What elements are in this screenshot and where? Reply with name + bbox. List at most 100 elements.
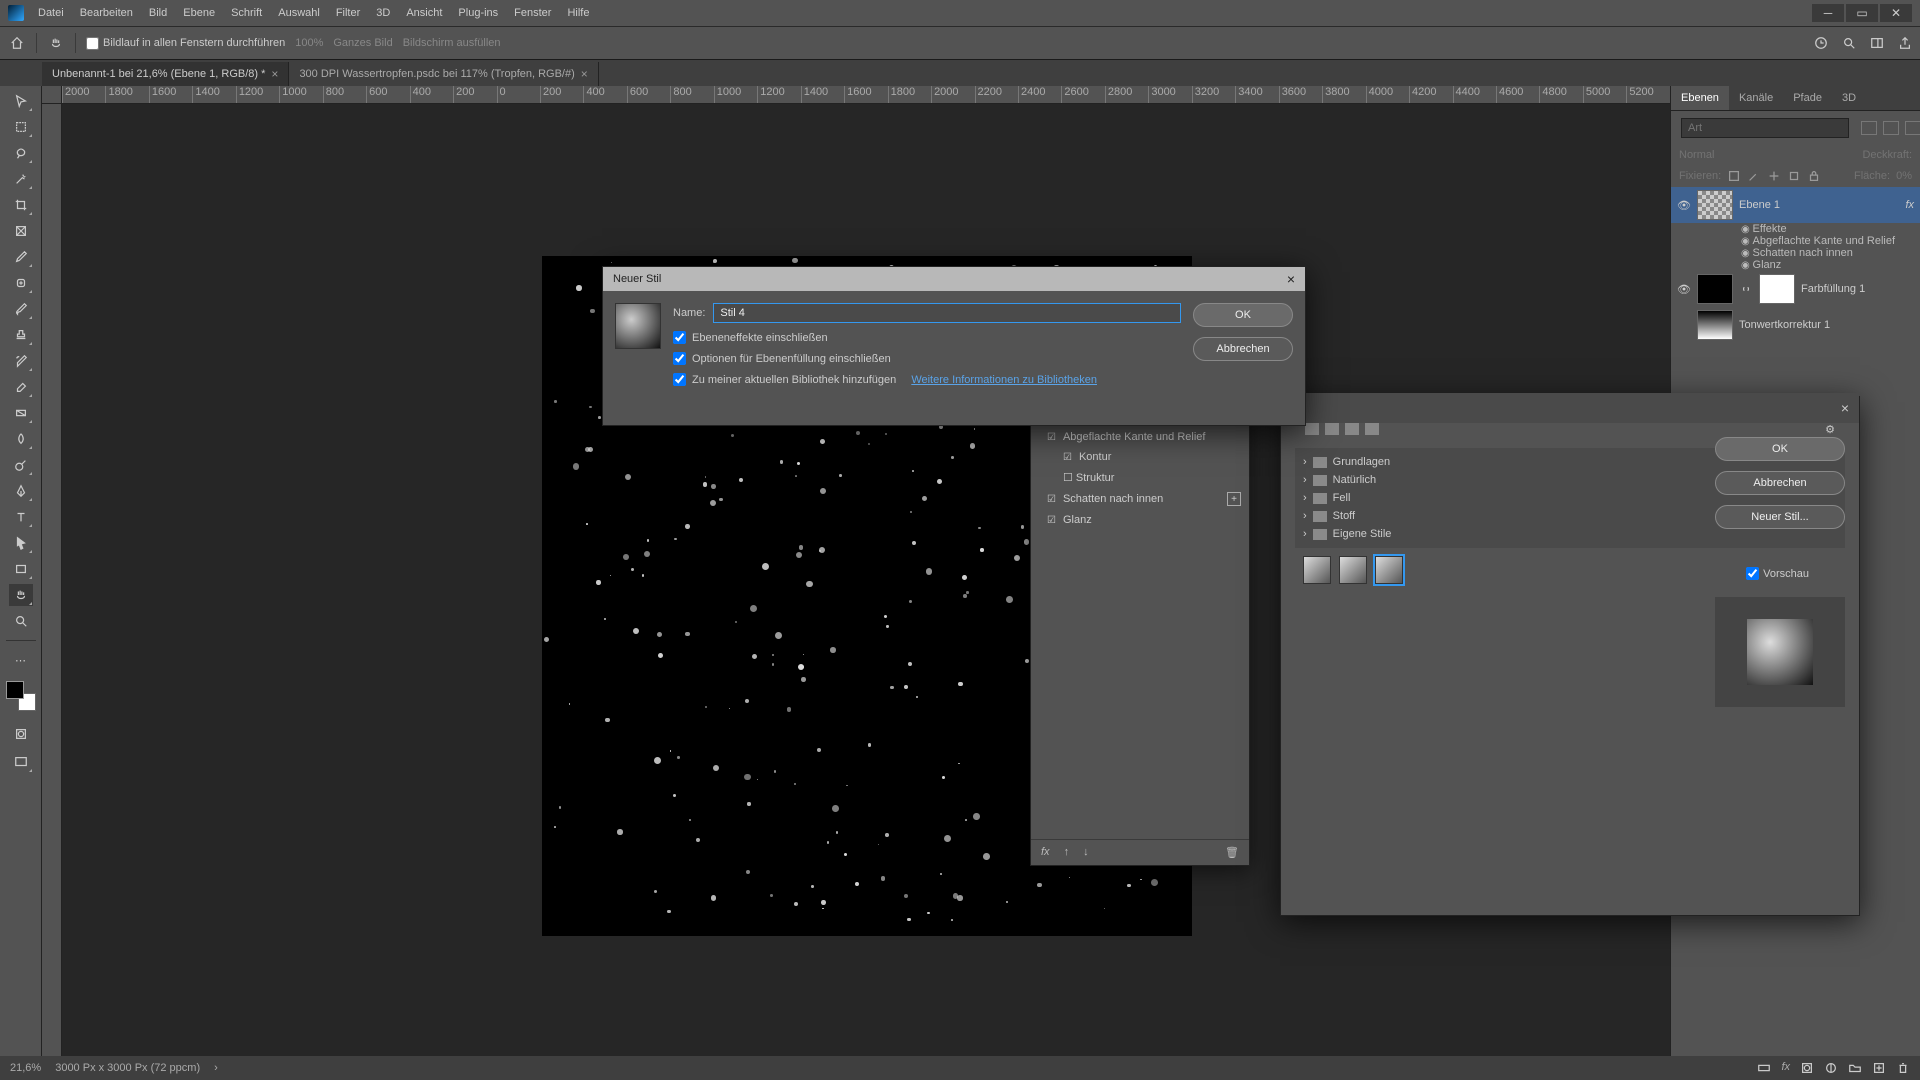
menu-schrift[interactable]: Schrift — [223, 3, 270, 23]
ruler-origin[interactable] — [42, 86, 62, 104]
visibility-icon[interactable]: 👁 — [1677, 199, 1691, 212]
mask-icon[interactable] — [1800, 1061, 1814, 1075]
history-brush-tool[interactable] — [9, 350, 33, 372]
menu-ebene[interactable]: Ebene — [175, 3, 223, 23]
menu-datei[interactable]: Datei — [30, 3, 72, 23]
maximize-button[interactable]: ▭ — [1846, 4, 1878, 22]
type-tool[interactable] — [9, 506, 33, 528]
search-icon[interactable] — [1842, 36, 1856, 50]
lock-move-icon[interactable] — [1767, 169, 1781, 183]
path-select-tool[interactable] — [9, 532, 33, 554]
tab-layers[interactable]: Ebenen — [1671, 86, 1729, 110]
fit-image[interactable]: Ganzes Bild — [333, 37, 392, 49]
style-size-med[interactable] — [1325, 423, 1339, 435]
style-size-xl[interactable] — [1365, 423, 1379, 435]
folder-icon[interactable] — [1848, 1061, 1862, 1075]
fx-icon[interactable]: fx — [1041, 846, 1050, 859]
layer-item[interactable]: 👁 Farbfüllung 1 — [1671, 271, 1920, 307]
screenmode-icon[interactable] — [9, 751, 33, 773]
new-style-button[interactable]: Neuer Stil... — [1715, 505, 1845, 529]
new-layer-icon[interactable] — [1872, 1061, 1886, 1075]
chevron-right-icon[interactable]: › — [214, 1062, 218, 1074]
frame-tool[interactable] — [9, 220, 33, 242]
cancel-button[interactable]: Abbrechen — [1715, 471, 1845, 495]
layer-name[interactable]: Farbfüllung 1 — [1801, 283, 1865, 295]
hand-tool[interactable] — [9, 584, 33, 606]
layerstyle-option[interactable]: Kontur — [1031, 447, 1249, 467]
menu-3d[interactable]: 3D — [368, 3, 398, 23]
dodge-tool[interactable] — [9, 454, 33, 476]
eyedropper-tool[interactable] — [9, 246, 33, 268]
effect-item[interactable]: ◉ Glanz — [1671, 259, 1920, 271]
document-tab-active[interactable]: Unbenannt-1 bei 21,6% (Ebene 1, RGB/8) *… — [42, 62, 289, 86]
add-library-checkbox[interactable]: Zu meiner aktuellen Bibliothek hinzufüge… — [673, 373, 1181, 386]
workspace-icon[interactable] — [1870, 36, 1884, 50]
menu-filter[interactable]: Filter — [328, 3, 368, 23]
gradient-tool[interactable] — [9, 402, 33, 424]
style-size-large[interactable] — [1345, 423, 1359, 435]
style-thumb-selected[interactable] — [1375, 556, 1403, 584]
menu-auswahl[interactable]: Auswahl — [270, 3, 328, 23]
stamp-tool[interactable] — [9, 324, 33, 346]
lock-artboard-icon[interactable] — [1787, 169, 1801, 183]
fx-icon[interactable]: fx — [1781, 1061, 1790, 1075]
cancel-button[interactable]: Abbrechen — [1193, 337, 1293, 361]
lock-all-icon[interactable] — [1807, 169, 1821, 183]
zoom-100[interactable]: 100% — [295, 37, 323, 49]
style-size-small[interactable] — [1305, 423, 1319, 435]
timeline-icon[interactable] — [1757, 1061, 1771, 1075]
effects-header[interactable]: ◉ Effekte — [1671, 223, 1920, 235]
adjust-icon[interactable] — [1824, 1061, 1838, 1075]
color-swatches[interactable] — [6, 681, 36, 711]
include-effects-checkbox[interactable]: Ebeneneffekte einschließen — [673, 331, 1181, 344]
ok-button[interactable]: OK — [1193, 303, 1293, 327]
layer-item[interactable]: Tonwertkorrektur 1 — [1671, 307, 1920, 343]
hand-tool-icon[interactable] — [47, 34, 65, 52]
effect-item[interactable]: ◉ Abgeflachte Kante und Relief — [1671, 235, 1920, 247]
layer-name[interactable]: Ebene 1 — [1739, 199, 1780, 211]
preview-checkbox[interactable]: Vorschau — [1746, 567, 1809, 580]
pen-tool[interactable] — [9, 480, 33, 502]
layerstyle-option[interactable]: ☐ Struktur — [1031, 467, 1249, 488]
trash-icon[interactable]: 🗑 — [1225, 846, 1239, 859]
heal-tool[interactable] — [9, 272, 33, 294]
visibility-icon[interactable]: 👁 — [1677, 283, 1691, 296]
marquee-tool[interactable] — [9, 116, 33, 138]
shape-tool[interactable] — [9, 558, 33, 580]
close-button[interactable]: ✕ — [1880, 4, 1912, 22]
document-tab-inactive[interactable]: 300 DPI Wassertropfen.psdc bei 117% (Tro… — [289, 62, 598, 86]
ok-button[interactable]: OK — [1715, 437, 1845, 461]
fx-badge[interactable]: fx — [1905, 199, 1914, 211]
add-effect-icon[interactable]: + — [1227, 492, 1241, 506]
layer-item[interactable]: 👁 Ebene 1 fx — [1671, 187, 1920, 223]
filter-adjust-icon[interactable] — [1883, 121, 1899, 135]
library-info-link[interactable]: Weitere Informationen zu Bibliotheken — [911, 374, 1097, 386]
gear-icon[interactable]: ⚙ — [1825, 423, 1835, 436]
menu-plug-ins[interactable]: Plug-ins — [450, 3, 506, 23]
menu-fenster[interactable]: Fenster — [506, 3, 559, 23]
close-icon[interactable]: × — [271, 67, 278, 81]
menu-hilfe[interactable]: Hilfe — [559, 3, 597, 23]
style-thumb[interactable] — [1303, 556, 1331, 584]
include-blend-checkbox[interactable]: Optionen für Ebenenfüllung einschließen — [673, 352, 1181, 365]
menu-bild[interactable]: Bild — [141, 3, 175, 23]
eraser-tool[interactable] — [9, 376, 33, 398]
close-icon[interactable]: × — [1287, 271, 1295, 287]
menu-bearbeiten[interactable]: Bearbeiten — [72, 3, 141, 23]
layer-search-input[interactable] — [1681, 118, 1849, 138]
doc-info[interactable]: 3000 Px x 3000 Px (72 ppcm) — [55, 1062, 200, 1074]
share-icon[interactable] — [1898, 36, 1912, 50]
tab-channels[interactable]: Kanäle — [1729, 86, 1783, 110]
lock-pixels-icon[interactable] — [1727, 169, 1741, 183]
blur-tool[interactable] — [9, 428, 33, 450]
tab-paths[interactable]: Pfade — [1783, 86, 1832, 110]
view-history-icon[interactable] — [1814, 36, 1828, 50]
quickmask-icon[interactable] — [9, 723, 33, 745]
layerstyle-option[interactable]: Abgeflachte Kante und Relief — [1031, 427, 1249, 447]
link-icon[interactable] — [1739, 282, 1753, 296]
edit-toolbar[interactable]: ⋯ — [9, 649, 33, 671]
layer-name[interactable]: Tonwertkorrektur 1 — [1739, 319, 1830, 331]
move-tool[interactable] — [9, 90, 33, 112]
fill-screen[interactable]: Bildschirm ausfüllen — [403, 37, 501, 49]
style-thumb[interactable] — [1339, 556, 1367, 584]
